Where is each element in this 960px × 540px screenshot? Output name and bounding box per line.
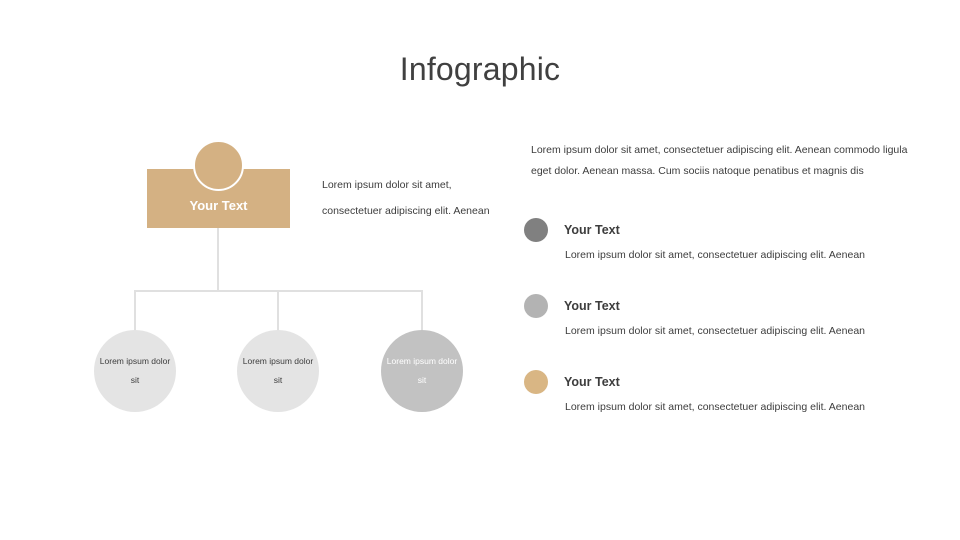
list-item-title-1: Your Text (564, 223, 620, 237)
list-item-description-3: Lorem ipsum dolor sit amet, consectetuer… (565, 401, 865, 413)
org-leaf-3-line1: Lorem ipsum dolor (386, 356, 458, 366)
connector-leaf-1-vertical (134, 290, 136, 332)
list-item-title-3: Your Text (564, 375, 620, 389)
list-item-description-2: Lorem ipsum dolor sit amet, consectetuer… (565, 325, 865, 337)
org-leaf-node-3[interactable]: Lorem ipsum dolor sit (381, 330, 463, 412)
org-leaf-2-line1: Lorem ipsum dolor (242, 356, 314, 366)
org-leaf-node-2[interactable]: Lorem ipsum dolor sit (237, 330, 319, 412)
org-leaf-3-line2: sit (417, 375, 427, 385)
org-leaf-2-line2: sit (273, 375, 283, 385)
list-item-description-1: Lorem ipsum dolor sit amet, consectetuer… (565, 249, 865, 261)
list-item-title-2: Your Text (564, 299, 620, 313)
org-root-circle-icon (193, 140, 244, 191)
bullet-circle-icon-1 (524, 218, 548, 242)
infographic-slide: Infographic Your Text Lorem ipsum dolor … (0, 0, 960, 540)
org-leaf-1-line2: sit (130, 375, 140, 385)
org-leaf-1-line1: Lorem ipsum dolor (99, 356, 171, 366)
intro-paragraph: Lorem ipsum dolor sit amet, consectetuer… (531, 144, 908, 177)
connector-root-vertical (217, 228, 219, 291)
connector-leaf-2-vertical (277, 290, 279, 332)
org-leaf-node-1[interactable]: Lorem ipsum dolor sit (94, 330, 176, 412)
org-root-description: Lorem ipsum dolor sit amet, consectetuer… (322, 179, 490, 217)
org-chart: Your Text Lorem ipsum dolor sit Lorem ip… (0, 0, 520, 540)
bullet-circle-icon-2 (524, 294, 548, 318)
bullet-circle-icon-3 (524, 370, 548, 394)
connector-leaf-3-vertical (421, 290, 423, 332)
org-root-label: Your Text (189, 198, 248, 213)
